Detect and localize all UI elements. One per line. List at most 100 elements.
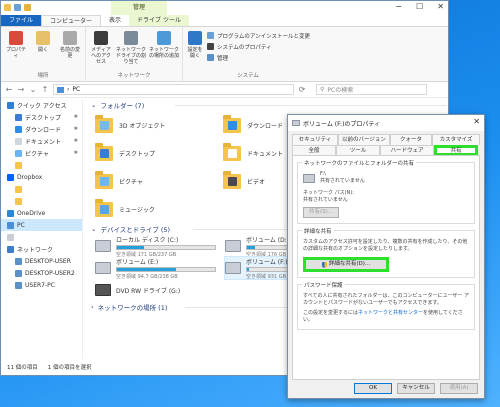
sidebar-item-folder[interactable] [1, 183, 82, 195]
pin-icon: ✱ [73, 114, 78, 120]
drive-item[interactable]: ボリューム (E:) 空き領域 94.7 GB/238 GB [95, 257, 225, 280]
usage-bar [116, 244, 216, 250]
network-sharing-center-link[interactable]: ネットワークと共有センター [358, 310, 423, 316]
folder-item[interactable]: デスクトップ [95, 139, 223, 167]
tab-customize[interactable]: カスタマイズ [432, 134, 480, 145]
document-icon [15, 137, 22, 145]
open-icon [36, 31, 50, 45]
dropbox-icon [7, 173, 14, 181]
quick-access-toolbar [4, 4, 31, 11]
recent-chevron-icon[interactable]: ⌄ [29, 85, 37, 94]
network-drive-icon [124, 31, 138, 45]
new-folder-icon[interactable] [24, 4, 31, 11]
computer-icon [15, 257, 22, 265]
map-network-drive-button[interactable]: ネットワーク ドライブの割り当て [116, 29, 146, 71]
selection-count: 1 個の項目を選択 [47, 365, 92, 371]
breadcrumb: PC [72, 86, 81, 93]
item-count: 11 個の項目 [7, 365, 38, 371]
window-controls: − ☐ ✕ [395, 2, 444, 11]
rename-icon [63, 31, 77, 45]
drive-icon [303, 173, 315, 183]
sidebar-item-computer[interactable]: DESKTOP-USER2 [1, 267, 82, 279]
drive-icon [225, 262, 241, 274]
sidebar-item-pc[interactable]: PC [1, 219, 82, 231]
pin-icon: ✱ [73, 150, 78, 156]
sidebar-item-dropbox[interactable]: Dropbox [1, 171, 82, 183]
folder-icon [223, 170, 241, 189]
search-input[interactable]: ⚲ PCの検索 [316, 84, 427, 95]
ribbon-group-system: 設定を開く プログラムのアンインストールと変更 システムのプロパティ 管理 シス… [183, 27, 313, 81]
sidebar-item-computer[interactable]: DESKTOP-USER [1, 255, 82, 267]
sidebar-item-drive[interactable] [1, 231, 82, 243]
sidebar-item-folder[interactable] [1, 195, 82, 207]
navigation-pane: クイック アクセス デスクトップ ✱ ダウンロード ✱ ドキュメント ✱ ピクチャ ✱ … [1, 99, 83, 359]
folder-icon [95, 198, 113, 217]
folders-section-header[interactable]: ⌄ フォルダー (7) [85, 99, 449, 111]
tab-previous-versions[interactable]: 以前のバージョン [338, 134, 390, 145]
close-icon[interactable]: ✕ [437, 2, 444, 11]
folder-item[interactable]: ミュージック [95, 195, 223, 223]
address-bar[interactable]: › PC [53, 84, 294, 95]
up-icon[interactable]: ↑ [41, 85, 49, 94]
folder-icon [95, 142, 113, 161]
sidebar-item-documents[interactable]: ドキュメント ✱ [1, 135, 82, 147]
sidebar-item-downloads[interactable]: ダウンロード ✱ [1, 123, 82, 135]
rename-button[interactable]: 名前の変更 [58, 29, 82, 71]
tab-drive-tools[interactable]: ドライブ ツール [129, 15, 189, 26]
ok-button[interactable]: OK [354, 383, 392, 394]
folder-item[interactable]: ピクチャ [95, 167, 223, 195]
properties-icon[interactable] [14, 4, 21, 11]
sidebar-item-folder[interactable] [1, 159, 82, 171]
maximize-icon[interactable]: ☐ [416, 2, 423, 11]
folder-item[interactable]: 3D オブジェクト [95, 111, 223, 139]
sidebar-item-pictures[interactable]: ピクチャ ✱ [1, 147, 82, 159]
add-network-location-button[interactable]: ネットワークの場所の追加 [149, 29, 179, 71]
ribbon-group-label: 場所 [37, 73, 49, 79]
folder-icon [15, 161, 22, 169]
advanced-sharing-button[interactable]: 詳細な共有(D)... [303, 257, 389, 272]
manage-button[interactable]: 管理 [207, 53, 310, 62]
cancel-button[interactable]: キャンセル [397, 383, 435, 394]
uninstall-programs-button[interactable]: プログラムのアンインストールと変更 [207, 31, 310, 40]
refresh-icon[interactable]: ⟳ [298, 85, 306, 94]
sidebar-item-onedrive[interactable]: OneDrive [1, 207, 82, 219]
drive-icon [7, 233, 14, 241]
minimize-icon[interactable]: − [395, 2, 402, 11]
folder-icon[interactable] [4, 4, 11, 11]
drive-item[interactable]: ローカル ディスク (C:) 空き領域 171 GB/237 GB [95, 235, 225, 258]
drive-item[interactable]: DVD RW ドライブ (G:) [95, 279, 225, 301]
open-button[interactable]: 開く [31, 29, 55, 71]
picture-icon [15, 149, 22, 157]
tab-security[interactable]: セキュリティ [292, 134, 338, 145]
properties-button[interactable]: プロパティ [4, 29, 28, 71]
check-icon [207, 43, 214, 50]
breadcrumb-chevron-icon: › [67, 86, 70, 93]
back-icon[interactable]: ← [5, 85, 13, 94]
tab-quota[interactable]: クォータ [390, 134, 432, 145]
tab-file[interactable]: ファイル [1, 15, 42, 26]
advanced-sharing-group: 詳細な共有 カスタムのアクセス許可を設定したり、複数の共有を作成したり、その他の… [297, 227, 475, 278]
tab-view[interactable]: 表示 [101, 15, 129, 26]
system-properties-button[interactable]: システムのプロパティ [207, 42, 310, 51]
properties-dialog: ボリューム (F:)のプロパティ ✕ セキュリティ 以前のバージョン クォータ … [287, 114, 485, 399]
media-access-button[interactable]: メディアへのアクセス [89, 29, 113, 71]
dialog-footer: OK キャンセル 適用(A) [288, 383, 484, 394]
dialog-title-bar: ボリューム (F:)のプロパティ ✕ [288, 115, 484, 131]
apply-button[interactable]: 適用(A) [440, 383, 478, 394]
pc-icon [7, 221, 14, 229]
ribbon: プロパティ 開く 名前の変更 場所 メディアへのアクセス ネットワーク ドライブ… [1, 26, 448, 82]
programs-icon [207, 32, 214, 39]
tab-computer[interactable]: コンピューター [41, 15, 102, 26]
sidebar-item-desktop[interactable]: デスクトップ ✱ [1, 111, 82, 123]
sidebar-item-quick-access[interactable]: クイック アクセス [1, 99, 82, 111]
drive-icon [95, 240, 111, 252]
share-button[interactable]: 共有(S)... [303, 207, 339, 218]
chevron-down-icon: ⌄ [91, 225, 97, 233]
close-icon[interactable]: ✕ [473, 117, 480, 126]
sidebar-item-computer[interactable]: USER7-PC [1, 279, 82, 291]
sidebar-item-network[interactable]: ネットワーク [1, 243, 82, 255]
open-settings-button[interactable]: 設定を開く [186, 29, 204, 71]
ribbon-group-network: メディアへのアクセス ネットワーク ドライブの割り当て ネットワークの場所の追加… [86, 27, 183, 81]
address-bar-row: ← → ⌄ ↑ › PC ⟳ ⚲ PCの検索 [1, 82, 448, 98]
forward-icon[interactable]: → [17, 85, 25, 94]
